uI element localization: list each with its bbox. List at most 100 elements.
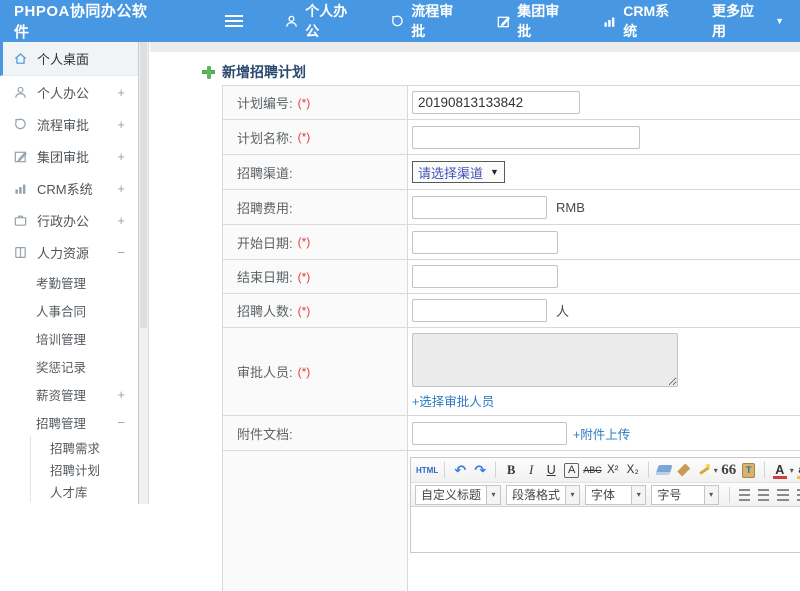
underline-button[interactable]: U [542,461,560,480]
sidebar-item-desktop[interactable]: 个人桌面 [0,42,138,76]
topmenu-workflow-approval[interactable]: 流程审批 [374,0,480,42]
form-row-attachment: 附件文档: +附件上传 [223,416,800,451]
field-label: 招聘渠道: [237,163,293,182]
form-row-approvers: 审批人员: (*) +选择审批人员 [223,328,800,416]
subscript-button[interactable]: X₂ [624,461,642,480]
select-caret-icon: ▼ [490,167,499,177]
collapse-minus-icon[interactable]: − [117,245,125,260]
field-label: 审批人员: [237,362,293,381]
topmenu-label: 更多应用 [712,1,765,41]
font-size-dropdown[interactable]: 字号▾ [651,485,718,505]
form-row-plan-number: 计划编号:(*) [223,86,800,120]
dropdown-caret-icon: ▾ [565,486,579,504]
font-family-dropdown[interactable]: 字体▾ [585,485,646,505]
editor-content-area[interactable] [411,506,800,552]
align-center-icon[interactable] [758,489,769,501]
start-date-input[interactable] [412,231,558,254]
sidebar-item-label: 个人桌面 [37,49,89,68]
autoformat-wand-icon[interactable] [697,464,710,477]
channel-select[interactable]: 请选择渠道 ▼ [412,161,505,183]
sidebar-item-label: CRM系统 [37,179,93,198]
end-date-input[interactable] [412,265,558,288]
scrollbar-thumb[interactable] [140,42,147,328]
top-menu: 个人办公 流程审批 集团审批 CRM系统 更多应用 ▼ [268,0,800,42]
sidebar-item-recruit-demand[interactable]: 招聘需求 [31,436,138,458]
approvers-textarea[interactable] [412,333,678,387]
field-label: 招聘人数: [237,301,293,320]
expand-plus-icon[interactable]: + [117,387,125,402]
select-approvers-link[interactable]: +选择审批人员 [412,391,494,410]
superscript-button[interactable]: X² [604,461,622,480]
required-mark: (*) [298,235,311,249]
sidebar-item-attendance[interactable]: 考勤管理 [0,268,138,296]
format-brush-icon[interactable] [677,464,690,477]
user-icon [284,14,299,29]
attachment-upload-link[interactable]: +附件上传 [573,424,630,443]
topmenu-more-apps[interactable]: 更多应用 ▼ [696,0,800,42]
font-color-button[interactable]: A [771,461,789,480]
sidebar-item-label: 集团审批 [37,147,89,166]
expand-plus-icon[interactable]: + [117,181,125,196]
attachment-input[interactable] [412,422,567,445]
font-border-button[interactable]: A [564,463,579,478]
required-mark: (*) [298,365,311,379]
sidebar-item-personal-office[interactable]: 个人办公 + [0,76,138,108]
sidebar-item-crm-system[interactable]: CRM系统 + [0,172,138,204]
source-code-button[interactable]: HTML [416,461,438,480]
italic-button[interactable]: I [522,461,540,480]
edit-icon [13,149,28,164]
field-label: 计划名称: [237,128,293,147]
custom-title-dropdown[interactable]: 自定义标题▾ [415,485,501,505]
wand-dropdown-caret[interactable]: ▾ [714,466,718,475]
editor-toolbar-row-2: 自定义标题▾ 段落格式▾ 字体▾ 字号▾ [411,482,800,506]
sidebar-item-training[interactable]: 培训管理 [0,324,138,352]
align-right-icon[interactable] [777,489,788,501]
align-left-icon[interactable] [739,489,750,501]
expand-plus-icon[interactable]: + [117,213,125,228]
hamburger-menu-icon[interactable] [225,15,243,28]
plan-name-input[interactable] [412,126,640,149]
sidebar-item-workflow-approval[interactable]: 流程审批 + [0,108,138,140]
redo-icon[interactable] [471,461,489,480]
undo-icon[interactable] [451,461,469,480]
bar-chart-icon [602,14,617,29]
dropdown-caret-icon: ▾ [704,486,718,504]
strikethrough-button[interactable]: ABC [583,461,602,480]
eraser-icon[interactable] [655,465,672,475]
expand-plus-icon[interactable]: + [117,117,125,132]
top-navigation-bar: PHPOA协同办公软件 个人办公 流程审批 集团审批 CRM系统 更多应用 ▼ [0,0,800,42]
sidebar-item-rewards[interactable]: 奖惩记录 [0,352,138,380]
topmenu-crm-system[interactable]: CRM系统 [586,0,696,42]
fee-input[interactable] [412,196,547,219]
add-plus-icon [202,66,215,79]
highlight-color-button[interactable]: ab [796,461,800,480]
sidebar-item-admin-office[interactable]: 行政办公 + [0,204,138,236]
sidebar-scrollbar[interactable] [138,42,149,504]
blockquote-button[interactable]: 66 [720,461,738,480]
paragraph-format-dropdown[interactable]: 段落格式▾ [506,485,580,505]
sidebar-item-recruit-plan[interactable]: 招聘计划 [31,458,138,480]
form-row-end-date: 结束日期:(*) [223,260,800,294]
sidebar: 个人桌面 个人办公 + 流程审批 + 集团审批 + CRM系统 + 行政办公 +… [0,42,138,504]
topmenu-personal-office[interactable]: 个人办公 [268,0,374,42]
sidebar-item-hr-contract[interactable]: 人事合同 [0,296,138,324]
sidebar-item-label: 人力资源 [37,243,89,262]
headcount-input[interactable] [412,299,547,322]
content-panel: 新增招聘计划 计划编号:(*) 计划名称:(*) 招聘渠道: 请选择渠道 ▼ [150,52,800,504]
sidebar-item-recruitment[interactable]: 招聘管理− [0,408,138,436]
font-color-caret[interactable]: ▾ [790,466,794,475]
bold-button[interactable]: B [502,461,520,480]
sidebar-item-group-approval[interactable]: 集团审批 + [0,140,138,172]
form-row-plan-name: 计划名称:(*) [223,120,800,155]
topmenu-group-approval[interactable]: 集团审批 [480,0,586,42]
expand-plus-icon[interactable]: + [117,85,125,100]
sidebar-item-salary[interactable]: 薪资管理+ [0,380,138,408]
expand-plus-icon[interactable]: + [117,149,125,164]
required-mark: (*) [298,96,311,110]
paste-text-icon[interactable]: T [742,463,755,478]
collapse-minus-icon[interactable]: − [117,415,125,430]
sidebar-item-talent-pool[interactable]: 人才库 [31,480,138,502]
plan-number-input[interactable] [412,91,580,114]
field-label: 结束日期: [237,267,293,286]
sidebar-item-human-resources[interactable]: 人力资源 − [0,236,138,268]
